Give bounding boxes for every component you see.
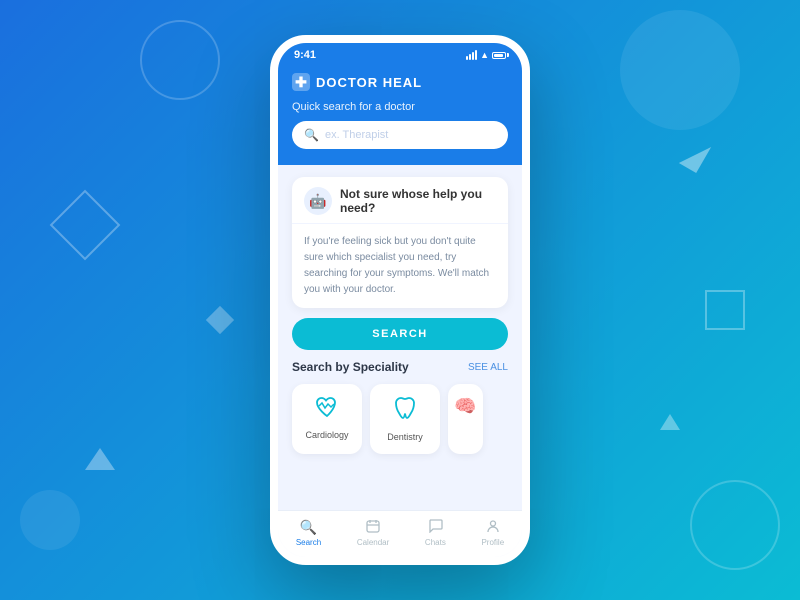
dentistry-icon bbox=[394, 396, 416, 426]
neurology-icon: 🧠 bbox=[454, 396, 476, 417]
speciality-card-dentistry[interactable]: Dentistry bbox=[370, 384, 440, 454]
bg-triangle-bottom-right bbox=[660, 414, 680, 430]
battery-icon bbox=[492, 52, 506, 59]
cardiology-icon bbox=[315, 396, 339, 424]
nav-search[interactable]: 🔍 Search bbox=[296, 519, 321, 547]
bg-triangle-top-right bbox=[679, 137, 711, 173]
bg-triangle-bottom-left bbox=[85, 448, 115, 470]
not-sure-body: If you're feeling sick but you don't qui… bbox=[292, 224, 508, 308]
status-icons: ▲ bbox=[466, 50, 506, 60]
not-sure-card: 🤖 Not sure whose help you need? If you'r… bbox=[292, 177, 508, 308]
plus-icon: ✚ bbox=[292, 73, 310, 91]
not-sure-title: Not sure whose help you need? bbox=[340, 187, 496, 215]
speciality-title: Search by Speciality bbox=[292, 360, 409, 374]
speciality-section: Search by Speciality SEE ALL Cardiology bbox=[292, 360, 508, 454]
bg-diamond-left bbox=[50, 190, 121, 261]
wifi-icon: ▲ bbox=[480, 50, 489, 60]
nav-chats[interactable]: Chats bbox=[425, 519, 446, 547]
bg-circle-top-left bbox=[140, 20, 220, 100]
search-icon: 🔍 bbox=[304, 128, 319, 142]
phone-frame: 9:41 ▲ ✚ DOCTOR HEAL Quick search f bbox=[270, 35, 530, 565]
speciality-grid: Cardiology Dentistry 🧠 bbox=[292, 384, 508, 454]
speciality-card-partial[interactable]: 🧠 bbox=[448, 384, 483, 454]
bg-circle-bottom-right bbox=[690, 480, 780, 570]
nav-calendar[interactable]: Calendar bbox=[357, 519, 389, 547]
app-title-row: ✚ DOCTOR HEAL bbox=[292, 73, 508, 91]
see-all-button[interactable]: SEE ALL bbox=[468, 362, 508, 373]
nav-chats-icon bbox=[428, 519, 443, 536]
speciality-header: Search by Speciality SEE ALL bbox=[292, 360, 508, 374]
robot-icon: 🤖 bbox=[304, 187, 332, 215]
signal-bars bbox=[466, 50, 477, 60]
search-label: Quick search for a doctor bbox=[292, 101, 508, 113]
nav-search-label: Search bbox=[296, 538, 321, 547]
not-sure-header: 🤖 Not sure whose help you need? bbox=[292, 177, 508, 224]
bg-circle-top-right bbox=[620, 10, 740, 130]
app-name: DOCTOR HEAL bbox=[316, 75, 422, 90]
main-content: 🤖 Not sure whose help you need? If you'r… bbox=[278, 165, 522, 510]
bg-square-right bbox=[705, 290, 745, 330]
search-placeholder: ex. Therapist bbox=[325, 129, 496, 141]
nav-profile-label: Profile bbox=[481, 538, 504, 547]
app-header: ✚ DOCTOR HEAL Quick search for a doctor … bbox=[278, 65, 522, 165]
speciality-card-cardiology[interactable]: Cardiology bbox=[292, 384, 362, 454]
nav-profile[interactable]: Profile bbox=[481, 519, 504, 547]
search-button[interactable]: SEARCH bbox=[292, 318, 508, 350]
nav-profile-icon bbox=[486, 519, 500, 536]
bg-diamond-small bbox=[206, 306, 234, 334]
status-time: 9:41 bbox=[294, 49, 316, 61]
search-bar[interactable]: 🔍 ex. Therapist bbox=[292, 121, 508, 149]
bottom-nav: 🔍 Search Calendar bbox=[278, 510, 522, 557]
nav-calendar-icon bbox=[366, 519, 380, 536]
nav-search-icon: 🔍 bbox=[300, 519, 317, 536]
bg-circle-bottom-left bbox=[20, 490, 80, 550]
dentistry-label: Dentistry bbox=[387, 432, 423, 442]
nav-calendar-label: Calendar bbox=[357, 538, 389, 547]
nav-chats-label: Chats bbox=[425, 538, 446, 547]
cardiology-label: Cardiology bbox=[305, 430, 348, 440]
status-bar: 9:41 ▲ bbox=[278, 43, 522, 65]
